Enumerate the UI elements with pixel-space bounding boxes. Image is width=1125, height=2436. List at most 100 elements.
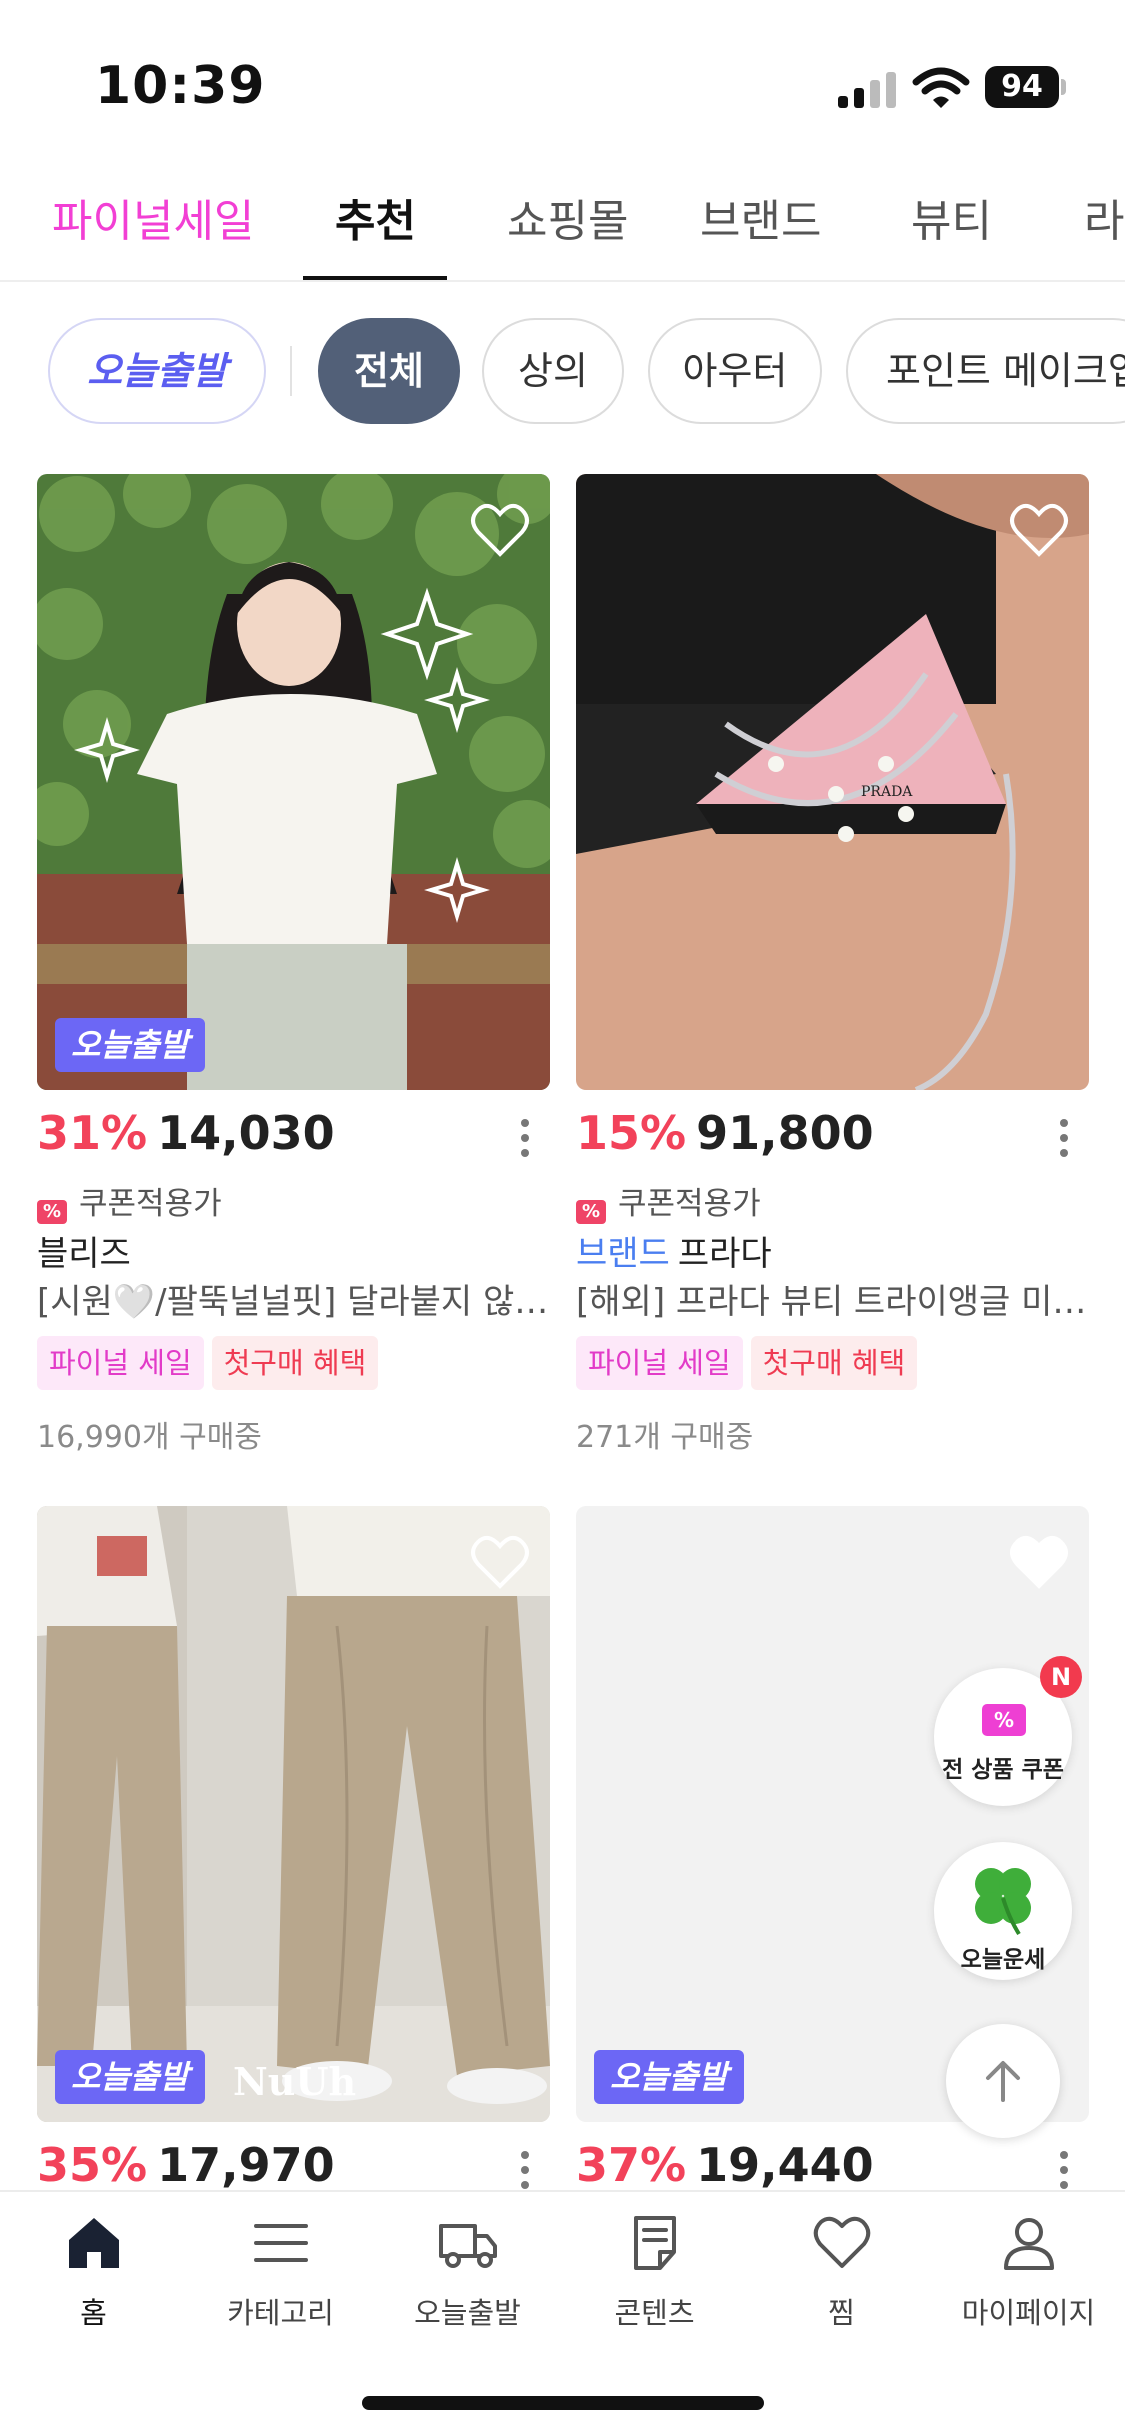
product-card[interactable]: PRADA 15% 91,800 % 쿠폰적용가 브랜드 프라다 [해외] 프라다 뷰…: [576, 474, 1089, 1455]
tab-recommend[interactable]: 추천: [335, 185, 416, 249]
cellular-signal-icon: [838, 72, 896, 108]
battery-level: 94: [985, 66, 1059, 108]
fortune-label: 오늘운세: [960, 1947, 1046, 1973]
nav-label: 마이페이지: [961, 2296, 1096, 2330]
final-sale-tag: 파이널 세일: [37, 1336, 204, 1390]
chip-today-departure[interactable]: 오늘출발: [48, 318, 266, 424]
active-tab-indicator: [303, 276, 447, 280]
tab-beauty[interactable]: 뷰티: [911, 185, 992, 249]
first-purchase-tag: 첫구매 혜택: [211, 1336, 379, 1390]
first-purchase-tag: 첫구매 혜택: [750, 1336, 918, 1390]
brand-name[interactable]: 브랜드 프라다: [576, 1226, 772, 1275]
price: 19,440: [696, 2138, 874, 2190]
nav-label: 찜: [828, 2296, 855, 2330]
price: 91,800: [696, 1106, 874, 1160]
scroll-to-top-button[interactable]: [946, 2024, 1060, 2138]
product-image[interactable]: PRADA: [576, 474, 1089, 1090]
daily-fortune-button[interactable]: 오늘운세: [934, 1842, 1072, 1980]
brand-name[interactable]: 블리즈: [37, 1226, 131, 1275]
nav-label: 카테고리: [227, 2296, 334, 2330]
promo-tags: 파이널 세일 첫구매 혜택: [37, 1336, 386, 1390]
price-row: 31% 14,030: [37, 1106, 550, 1166]
wishlist-heart-icon[interactable]: [1009, 1534, 1069, 1590]
coupon-text: 쿠폰적용가: [618, 1186, 761, 1222]
final-sale-tag: 파이널 세일: [576, 1336, 743, 1390]
discount-rate: 15%: [576, 1106, 687, 1160]
coupon-price-label: % 쿠폰적용가: [576, 1178, 761, 1224]
filter-chips: 오늘출발 전체 상의 아우터 포인트 메이크업: [0, 318, 1125, 426]
wishlist-heart-icon[interactable]: [470, 502, 530, 558]
nav-home[interactable]: 홈: [0, 2212, 187, 2332]
price: 17,970: [157, 2138, 335, 2190]
price-row: 15% 91,800: [576, 1106, 1089, 1166]
product-photo-bag: PRADA: [576, 474, 1089, 1090]
promo-tags: 파이널 세일 첫구매 혜택: [576, 1336, 925, 1390]
brand-label: 프라다: [677, 1234, 772, 1274]
more-options-icon[interactable]: [1059, 2150, 1069, 2190]
status-bar: 10:39 94: [0, 0, 1125, 150]
product-title[interactable]: [해외] 프라다 뷰티 트라이앵글 미니백: [576, 1274, 1089, 1323]
status-time: 10:39: [95, 56, 266, 116]
category-tabs: 파이널세일 추천 쇼핑몰 브랜드 뷰티 라: [0, 160, 1125, 282]
product-title[interactable]: [시원🤍/팔뚝널널핏] 달라붙지 않는 여름 반팔 블라우스: [37, 1274, 550, 1323]
chip-divider: [290, 346, 292, 396]
nav-label: 오늘출발: [414, 2296, 521, 2330]
today-departure-badge: 오늘출발: [55, 1018, 205, 1072]
brand-watermark-logo: NuUh: [233, 2059, 357, 2104]
discount-rate: 31%: [37, 1106, 148, 1160]
price: 14,030: [157, 1106, 335, 1160]
today-departure-badge: 오늘출발: [594, 2050, 744, 2104]
brand-tag: 브랜드: [576, 1234, 670, 1274]
wishlist-heart-icon[interactable]: [1009, 502, 1069, 558]
tab-brand[interactable]: 브랜드: [700, 185, 821, 249]
discount-rate: 37%: [576, 2138, 687, 2190]
nav-category[interactable]: 카테고리: [187, 2212, 374, 2332]
today-departure-badge: 오늘출발: [55, 2050, 205, 2104]
wishlist-heart-icon[interactable]: [470, 1534, 530, 1590]
product-photo-blouse: [37, 474, 550, 1090]
nav-wishlist[interactable]: 찜: [748, 2212, 935, 2332]
home-icon: [68, 2218, 119, 2268]
nav-my-page[interactable]: 마이페이지: [935, 2212, 1122, 2332]
price-row: 35% 17,970: [37, 2138, 550, 2190]
heart-icon: [813, 2216, 870, 2268]
tab-shopping-mall[interactable]: 쇼핑몰: [507, 185, 628, 249]
coupon-text: 쿠폰적용가: [79, 1186, 222, 1222]
document-icon: [633, 2216, 676, 2270]
product-card[interactable]: 오늘출발 31% 14,030 % 쿠폰적용가 블리즈 [시원🤍/팔뚝널널핏] 달라…: [37, 474, 550, 1455]
more-options-icon[interactable]: [520, 1118, 530, 1158]
nav-label: 홈: [80, 2296, 107, 2330]
brand-label: 블리즈: [37, 1234, 131, 1274]
more-options-icon[interactable]: [1059, 1118, 1069, 1158]
nav-contents[interactable]: 콘텐츠: [561, 2212, 748, 2332]
new-badge: N: [1040, 1656, 1082, 1698]
coupon-price-label: % 쿠폰적용가: [37, 1178, 222, 1224]
chip-point-makeup[interactable]: 포인트 메이크업: [846, 318, 1125, 424]
product-photo-pants: [37, 1506, 550, 2122]
battery-icon: 94: [985, 66, 1066, 108]
purchase-count: 271개 구매중: [576, 1420, 754, 1455]
arrow-up-icon: [986, 2061, 1020, 2102]
discount-rate: 35%: [37, 2138, 148, 2190]
nav-today-departure[interactable]: 오늘출발: [374, 2212, 561, 2332]
four-leaf-clover-icon: [975, 1868, 1031, 1936]
product-image[interactable]: 오늘출발 NuUh: [37, 1506, 550, 2122]
nav-label: 콘텐츠: [614, 2296, 695, 2330]
wifi-icon: [912, 67, 970, 108]
chip-outer[interactable]: 아우터: [648, 318, 822, 424]
more-options-icon[interactable]: [520, 2150, 530, 2190]
svg-text:PRADA: PRADA: [861, 784, 913, 800]
coupon-icon: %: [576, 1200, 606, 1224]
product-image[interactable]: 오늘출발: [37, 474, 550, 1090]
coupon-icon: %: [37, 1200, 67, 1224]
person-icon: [1003, 2218, 1054, 2270]
home-indicator: [362, 2396, 764, 2410]
tab-final-sale[interactable]: 파이널세일: [52, 185, 254, 249]
chip-tops[interactable]: 상의: [482, 318, 624, 424]
tab-more[interactable]: 라: [1084, 185, 1124, 249]
truck-icon: [438, 2224, 497, 2268]
coupon-button-label: 전 상품 쿠폰: [942, 1757, 1064, 1783]
chip-all[interactable]: 전체: [318, 318, 460, 424]
menu-icon: [253, 2224, 308, 2262]
product-card[interactable]: 오늘출발 NuUh 35% 17,970: [37, 1506, 550, 2190]
